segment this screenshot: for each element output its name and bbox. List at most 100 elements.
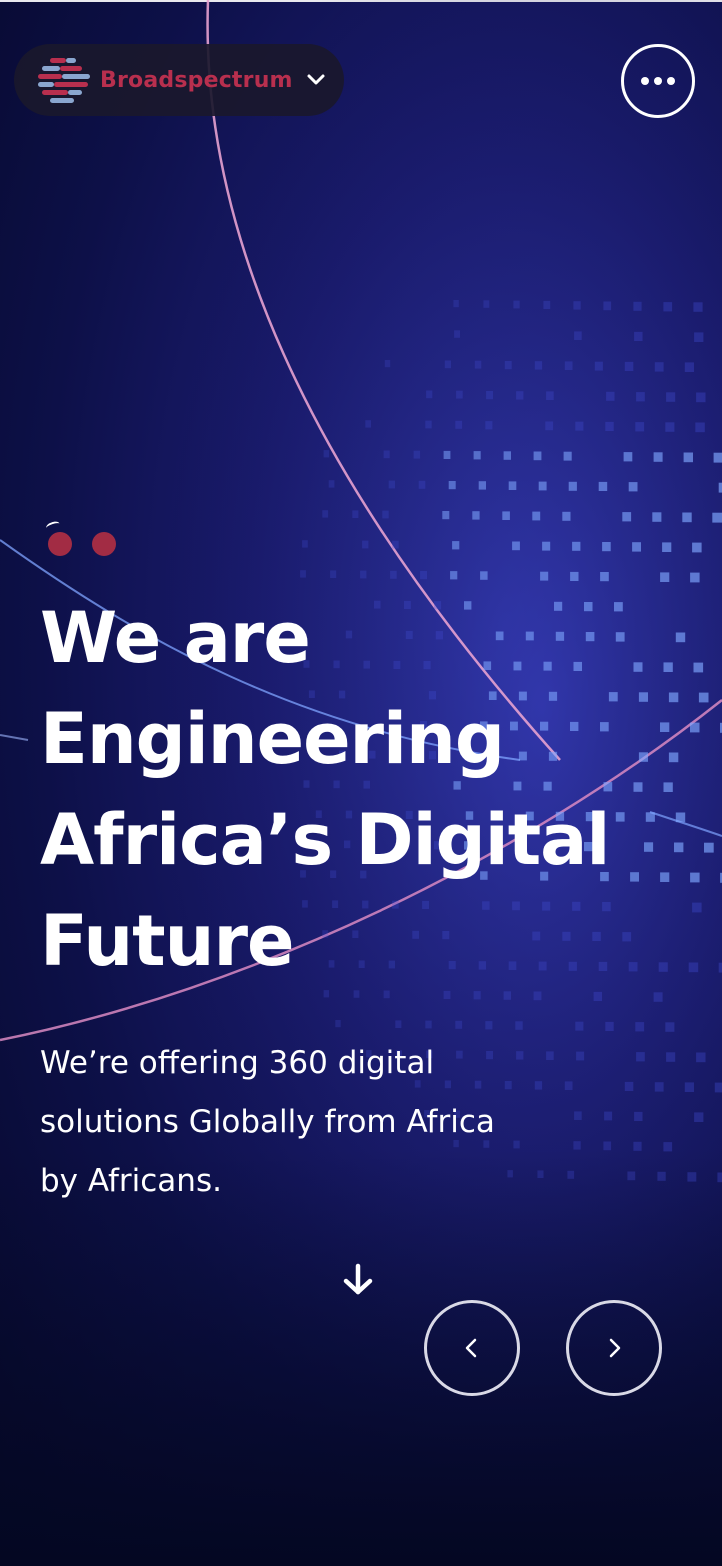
globe-dot	[330, 570, 337, 578]
globe-dot	[695, 422, 705, 433]
globe-dot	[690, 722, 700, 733]
more-menu-button[interactable]	[621, 44, 695, 118]
globe-dot	[605, 1021, 614, 1031]
globe-dot	[450, 571, 458, 580]
hero-subtext: We’re offering 360 digital solutions Glo…	[40, 1034, 600, 1211]
globe-dot	[632, 542, 641, 552]
globe-dot	[545, 421, 554, 431]
globe-dot	[635, 422, 645, 432]
globe-dot	[692, 542, 702, 553]
globe-dot	[455, 420, 463, 429]
globe-dot	[392, 540, 399, 549]
globe-dot	[453, 300, 459, 308]
globe-dot	[504, 361, 512, 370]
globe-dot	[395, 1020, 402, 1028]
globe-dot	[660, 572, 670, 582]
globe-dot	[512, 541, 520, 551]
globe-dot	[538, 481, 547, 491]
carousel-prev-button[interactable]	[424, 1300, 520, 1396]
globe-dot	[605, 421, 614, 431]
globe-dot	[425, 420, 432, 429]
globe-dot	[473, 451, 481, 460]
globe-dot	[652, 512, 662, 522]
globe-dot	[692, 902, 702, 913]
globe-dot	[352, 510, 359, 518]
globe-dot	[654, 362, 664, 372]
chevron-down-icon[interactable]	[304, 68, 328, 92]
globe-dot	[684, 362, 694, 372]
globe-dot	[575, 1021, 584, 1031]
globe-dot	[513, 300, 520, 309]
globe-dot	[486, 391, 493, 400]
globe-dot	[300, 570, 306, 578]
hero-page: Broadspectrum We are Engineering Africa’…	[0, 0, 722, 1566]
pager-dot-1[interactable]	[48, 532, 72, 556]
pager-dot-2[interactable]	[92, 532, 116, 556]
globe-dot	[657, 1171, 666, 1181]
globe-dot	[662, 542, 672, 552]
globe-dot	[503, 991, 511, 1000]
globe-dot	[603, 301, 612, 311]
globe-dot	[704, 842, 714, 853]
globe-dot	[634, 1111, 643, 1121]
globe-dot	[426, 390, 433, 399]
globe-dot	[623, 452, 633, 462]
globe-dot	[534, 361, 543, 370]
globe-dot	[543, 300, 551, 309]
globe-dot	[666, 392, 676, 402]
globe-dot	[478, 481, 486, 490]
globe-dot	[480, 571, 488, 580]
globe-dot	[360, 570, 367, 579]
hero-headline: We are Engineering Africa’s Digital Futu…	[40, 588, 680, 992]
globe-dot	[503, 451, 511, 460]
globe-dot	[624, 361, 634, 371]
globe-dot	[472, 511, 480, 520]
globe-dot	[323, 450, 330, 458]
globe-dot	[713, 452, 722, 463]
globe-dot	[600, 572, 609, 582]
globe-dot	[302, 540, 308, 548]
globe-dot	[594, 361, 603, 371]
globe-dot	[636, 392, 645, 402]
globe-dot	[636, 1052, 645, 1062]
globe-dot	[624, 1081, 634, 1091]
globe-dot	[562, 511, 571, 521]
carousel-next-button[interactable]	[566, 1300, 662, 1396]
globe-dot	[383, 450, 390, 459]
globe-dot	[572, 541, 581, 551]
globe-dot	[696, 392, 706, 403]
globe-dot	[454, 330, 460, 338]
globe-dot	[606, 391, 615, 401]
brand-switcher[interactable]: Broadspectrum	[14, 44, 344, 116]
globe-dot	[663, 302, 673, 312]
globe-dot	[420, 571, 427, 580]
globe-dot	[628, 482, 638, 492]
globe-dot	[603, 1141, 612, 1151]
headline-line: Future	[40, 900, 294, 982]
chevron-right-icon	[609, 1338, 621, 1358]
globe-dot	[474, 360, 482, 369]
globe-dot	[693, 302, 703, 312]
globe-dot	[390, 570, 397, 579]
globe-dot	[653, 452, 663, 462]
globe-dot	[418, 480, 426, 489]
globe-dot	[365, 420, 371, 428]
globe-dot	[627, 1171, 636, 1181]
globe-dot	[485, 1021, 493, 1030]
globe-dot	[425, 1020, 432, 1029]
globe-dot	[684, 1082, 694, 1092]
globe-dot	[690, 872, 700, 883]
globe-dot	[532, 511, 541, 521]
globe-dot	[666, 1052, 676, 1062]
subtext-line: We’re offering 360 digital	[40, 1045, 435, 1081]
broadspectrum-logo-icon	[38, 58, 90, 103]
globe-dot	[452, 541, 460, 550]
globe-dot	[473, 991, 481, 1000]
arrow-down-icon[interactable]	[340, 1262, 376, 1298]
globe-dot	[682, 512, 692, 523]
globe-dot	[694, 1112, 704, 1122]
globe-dot	[540, 571, 549, 581]
brand-name: Broadspectrum	[100, 67, 293, 93]
globe-dot	[485, 421, 493, 430]
globe-dot	[593, 991, 602, 1001]
